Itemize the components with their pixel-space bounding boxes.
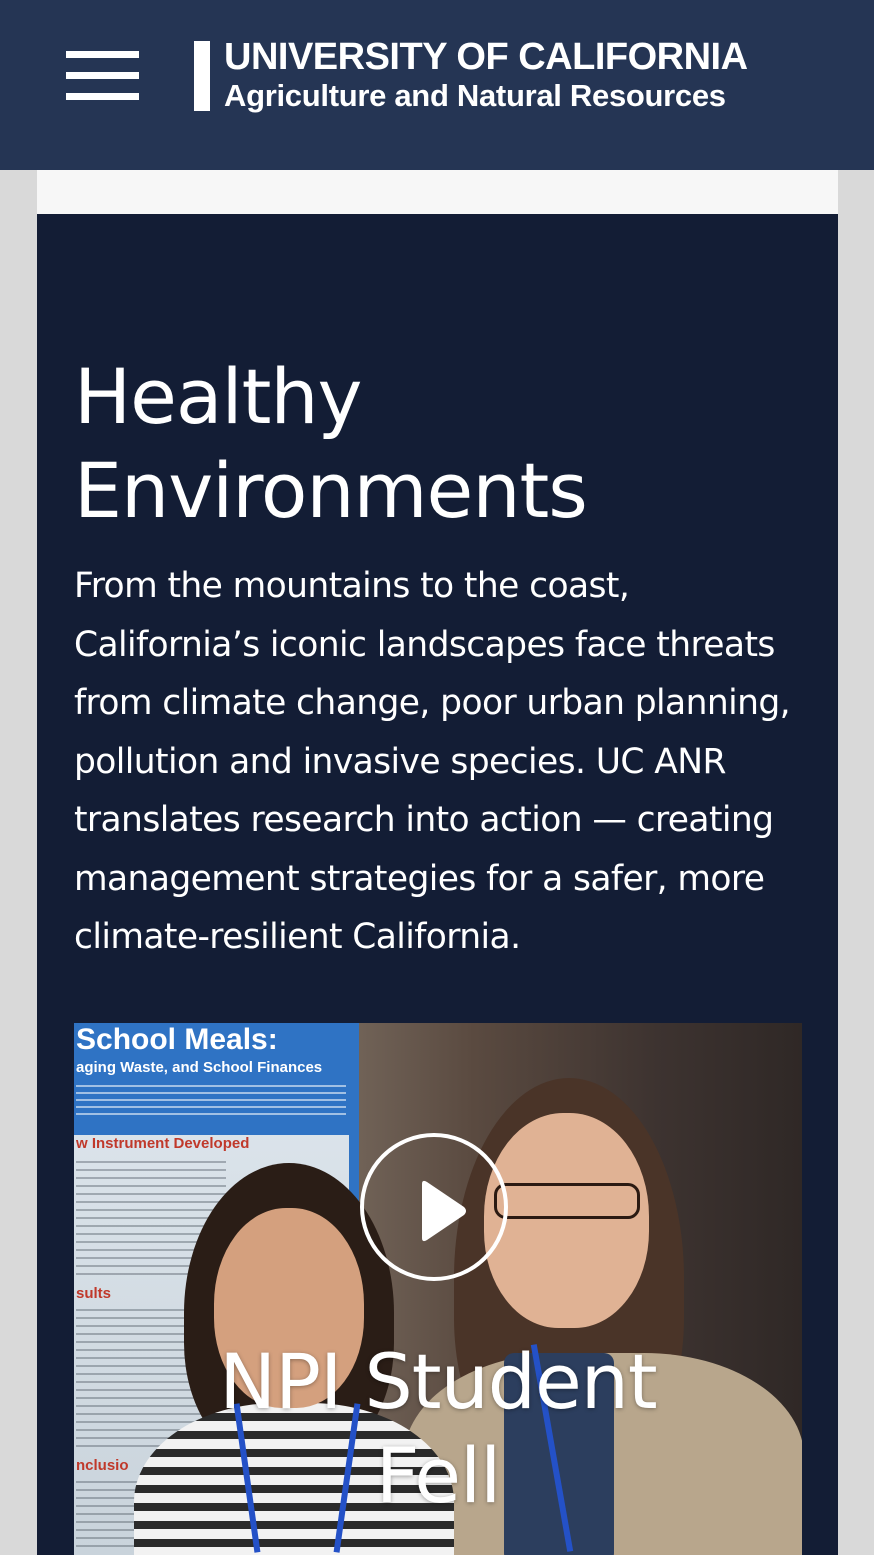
video-card[interactable]: School Meals: aging Waste, and School Fi… — [74, 1023, 802, 1555]
section-title: Healthy Environments — [74, 352, 588, 535]
poster-section-heading: w Instrument Developed — [76, 1135, 250, 1152]
person-right-face — [484, 1113, 649, 1328]
video-title: NPI Student Fell — [219, 1337, 657, 1520]
logo-bar — [194, 41, 210, 111]
healthy-environments-panel: Healthy Environments From the mountains … — [37, 214, 838, 1555]
glasses — [494, 1183, 640, 1219]
site-header: UNIVERSITY OF CALIFORNIA Agriculture and… — [0, 0, 874, 170]
poster-authors — [76, 1085, 346, 1115]
poster-results-heading: sults — [76, 1285, 112, 1302]
hamburger-menu-icon[interactable] — [66, 51, 139, 100]
uc-anr-logo[interactable]: UNIVERSITY OF CALIFORNIA Agriculture and… — [194, 36, 764, 116]
section-body: From the mountains to the coast, Califor… — [74, 566, 791, 957]
poster-title: School Meals: — [76, 1023, 278, 1056]
hamburger-bar — [66, 93, 139, 100]
poster-subtitle: aging Waste, and School Finances — [76, 1059, 323, 1076]
play-triangle — [422, 1180, 466, 1242]
play-icon[interactable] — [360, 1133, 508, 1281]
content-top-strip — [37, 170, 838, 214]
hamburger-bar — [66, 51, 139, 58]
logo-line1: UNIVERSITY OF CALIFORNIA — [224, 36, 748, 78]
hamburger-bar — [66, 72, 139, 79]
poster-conclusion-heading: nclusio — [76, 1457, 129, 1474]
logo-line2: Agriculture and Natural Resources — [224, 78, 726, 113]
poster-header: School Meals: aging Waste, and School Fi… — [74, 1023, 359, 1135]
